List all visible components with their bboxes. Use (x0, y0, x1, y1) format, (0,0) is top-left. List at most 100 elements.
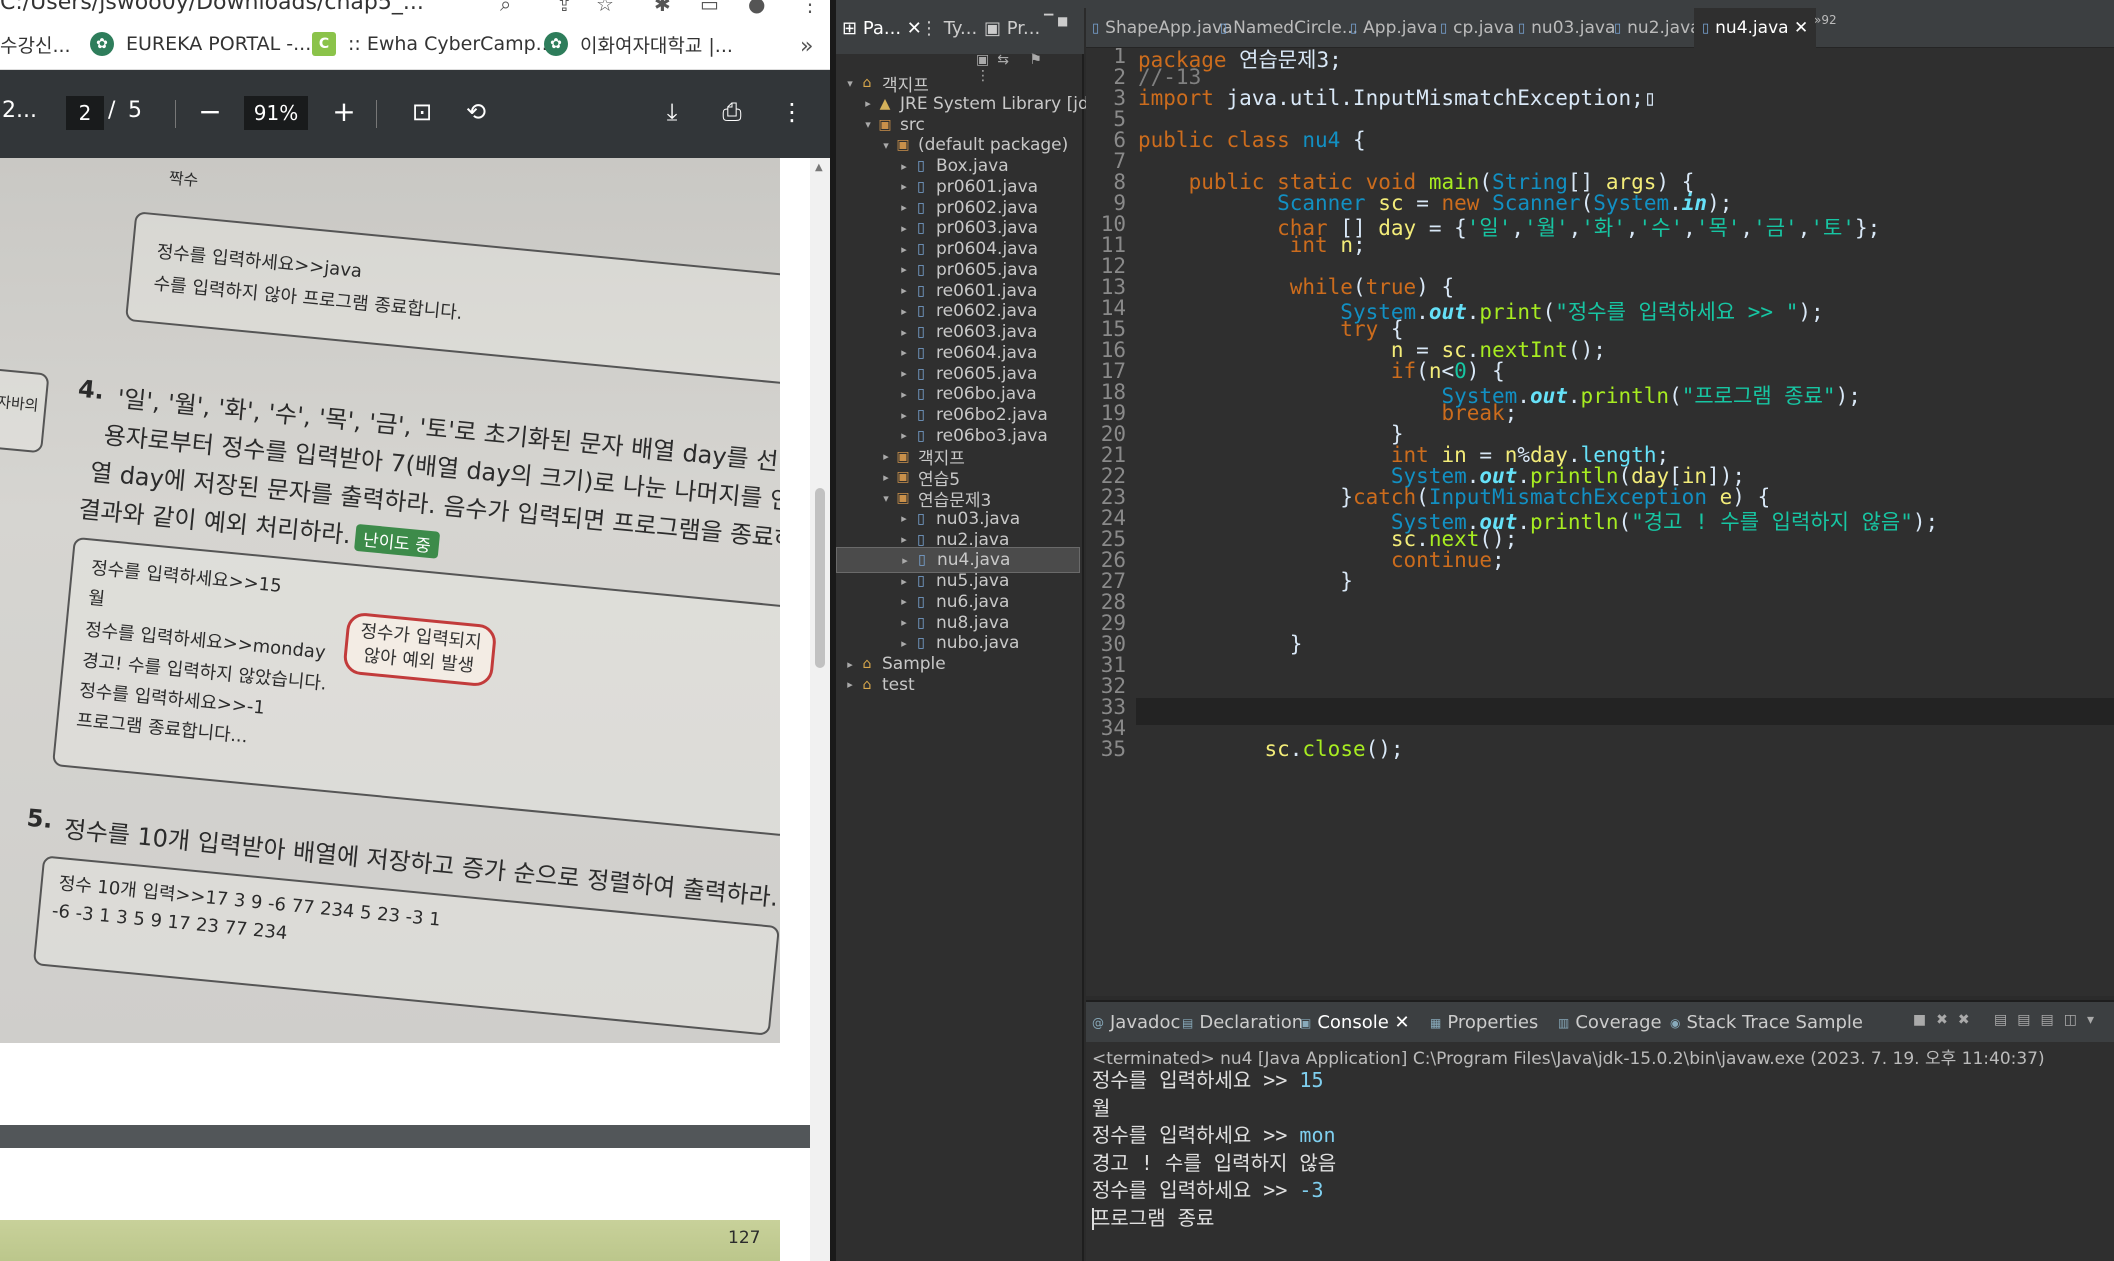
chevron-down-icon[interactable]: ▾ (878, 492, 894, 505)
chevron-right-icon[interactable]: ▸ (896, 222, 912, 235)
bookmark-item[interactable]: ✿ EUREKA PORTAL -... (90, 30, 311, 58)
zoom-level-input[interactable]: 91% (244, 96, 308, 130)
console-panel: @ Javadoc ▤ Declaration ▣ Console ✕ ▦ Proper… (1086, 1000, 2114, 1261)
pdf-toolbar: 2... 2 / 5 − 91% + ⊡ ⟲ ⤓ ⎙ ⋮ (0, 70, 830, 158)
close-icon[interactable]: ✕ (1794, 18, 1808, 38)
java-file-icon: ▯ (918, 552, 926, 569)
tab-package-explorer[interactable]: ⊞ Pa... ✕ (842, 18, 922, 39)
editor-tab-active[interactable]: ▯ nu4.java ✕ (1694, 8, 1817, 48)
project-icon: ⌂ (862, 75, 872, 91)
chevron-right-icon[interactable]: ▸ (896, 346, 912, 359)
search-icon[interactable]: ⌕ (500, 0, 511, 16)
chevron-right-icon[interactable]: ▸ (896, 616, 912, 629)
more-menu-icon[interactable]: ⋮ (772, 92, 812, 132)
close-icon[interactable]: ✕ (1395, 1012, 1410, 1033)
tree-item[interactable]: ▸ ⌂ test (836, 672, 1080, 698)
scroll-up-icon[interactable]: ▲ (815, 162, 825, 173)
editor-tab[interactable]: ▯ nu2.java (1614, 8, 1701, 48)
page-number-input[interactable]: 2 (66, 96, 104, 130)
chevron-right-icon[interactable]: ▸ (860, 97, 876, 110)
chevron-right-icon[interactable]: ▸ (896, 263, 912, 276)
menu-dots-icon[interactable]: ⋮ (800, 0, 820, 16)
editor-tab[interactable]: ▯ ShapeApp.java (1092, 8, 1233, 48)
chevron-right-icon[interactable]: ▸ (878, 471, 894, 484)
tab-label: Properties (1447, 1012, 1539, 1033)
address-bar[interactable]: C:/Users/jswoo0y/Downloads/chap5_... ⌕ ⇪… (0, 0, 830, 16)
tab-javadoc[interactable]: @ Javadoc (1092, 1012, 1180, 1033)
chevron-right-icon[interactable]: » (800, 34, 813, 59)
console-toolbar[interactable]: ■✖✖ ▤▤▤◫▾ (1913, 1012, 2104, 1028)
chevron-right-icon[interactable]: ▸ (896, 367, 912, 380)
bookmark-item[interactable]: 수강신... (0, 30, 71, 58)
download-icon[interactable]: ⤓ (652, 92, 692, 132)
chevron-right-icon[interactable]: ▸ (878, 450, 894, 463)
tab-console[interactable]: ▣ Console ✕ (1300, 1012, 1410, 1033)
chevron-right-icon[interactable]: ▸ (896, 409, 912, 422)
chevron-down-icon[interactable]: ▾ (860, 118, 876, 131)
tab-properties[interactable]: ▦ Properties (1430, 1012, 1538, 1033)
tab-project-explorer[interactable]: ▣ Pr... (984, 18, 1040, 39)
fit-page-icon[interactable]: ⊡ (402, 92, 442, 132)
profile-avatar-icon[interactable]: ● (748, 0, 765, 16)
scrollbar[interactable]: ▲ (810, 158, 830, 1261)
tab-stack-trace[interactable]: ◉ Stack Trace Sample (1670, 1012, 1863, 1033)
chevron-right-icon[interactable]: ▸ (896, 284, 912, 297)
star-icon[interactable]: ☆ (596, 0, 614, 16)
console-output-text: 정수를 입력하세요 >> (1092, 1068, 1300, 1092)
chevron-right-icon[interactable]: ▸ (896, 533, 912, 546)
chevron-right-icon[interactable]: ▸ (896, 243, 912, 256)
chevron-right-icon[interactable]: ▸ (897, 554, 913, 567)
chevron-right-icon[interactable]: ▸ (896, 326, 912, 339)
chevron-right-icon[interactable]: ▸ (896, 637, 912, 650)
chevron-right-icon[interactable]: ▸ (896, 575, 912, 588)
chevron-right-icon[interactable]: ▸ (896, 388, 912, 401)
window-icon[interactable]: ▭ (700, 0, 719, 16)
bubble-text: 정수가 입력되지 않아 예외 발생 (359, 620, 483, 677)
chevron-right-icon[interactable]: ▸ (896, 305, 912, 318)
tab-coverage[interactable]: ▥ Coverage (1558, 1012, 1662, 1033)
chevron-right-icon[interactable]: ▸ (896, 429, 912, 442)
java-file-icon: ▯ (917, 220, 925, 237)
at-icon: @ (1092, 1015, 1104, 1030)
tab-label: Ty... (943, 18, 978, 39)
editor-tab[interactable]: ▯ nu03.java (1518, 8, 1615, 48)
chevron-right-icon[interactable]: ▸ (842, 658, 858, 671)
chevron-down-icon[interactable]: ▾ (878, 139, 894, 152)
editor-tab[interactable]: ▯ cp.java (1440, 8, 1514, 48)
chevron-right-icon[interactable]: ▸ (896, 180, 912, 193)
editor-tab[interactable]: ▯ NamedCircle... (1220, 8, 1358, 48)
tab-overflow[interactable]: »92 (1814, 0, 1837, 40)
extensions-icon[interactable]: ✱ (654, 0, 671, 16)
share-icon[interactable]: ⇪ (556, 0, 573, 16)
chevron-right-icon[interactable]: ▸ (842, 678, 858, 691)
pdf-viewport[interactable]: 짝수 정수를 입력하세요>>java 수를 입력하지 않아 프로그램 종료합니다… (0, 158, 830, 1261)
tab-label: Javadoc (1110, 1012, 1181, 1033)
console-input-text: mon (1299, 1123, 1336, 1147)
chevron-right-icon[interactable]: ▸ (896, 595, 912, 608)
address-url[interactable]: C:/Users/jswoo0y/Downloads/chap5_... (0, 0, 424, 15)
console-input-text: 15 (1299, 1068, 1324, 1092)
eclipse-toolbar[interactable] (836, 0, 2114, 8)
console-line: 월 (1092, 1092, 1110, 1121)
bookmark-item[interactable]: C :: Ewha CyberCamp... (312, 30, 554, 58)
scrollbar-thumb[interactable] (815, 488, 825, 668)
rotate-icon[interactable]: ⟲ (456, 92, 496, 132)
zoom-out-button[interactable]: − (190, 92, 230, 132)
tab-type-hierarchy[interactable]: ⋮ Ty... (920, 18, 977, 39)
zoom-in-button[interactable]: + (324, 92, 364, 132)
stack-trace-icon: ◉ (1670, 1015, 1681, 1030)
package-icon: ⊞ (842, 18, 863, 39)
chevron-right-icon[interactable]: ▸ (896, 512, 912, 525)
chevron-right-icon[interactable]: ▸ (896, 201, 912, 214)
tab-declaration[interactable]: ▤ Declaration (1182, 1012, 1303, 1033)
chevron-down-icon[interactable]: ▾ (842, 77, 858, 90)
print-icon[interactable]: ⎙ (712, 92, 752, 132)
chevron-right-icon[interactable]: ▸ (896, 160, 912, 173)
minimize-icon[interactable]: ▔ ■ (1044, 14, 1068, 28)
editor-tab[interactable]: ▯ App.java (1350, 8, 1437, 48)
desktop: C:/Users/jswoo0y/Downloads/chap5_... ⌕ ⇪… (0, 0, 2114, 1261)
code-area[interactable]: 1 2 3 5 6 7 8 9 10 11 12 13 14 15 16 17 18 19 20 21 22 23 24 25… (1086, 48, 2114, 996)
toolbar-divider (376, 100, 377, 128)
java-file-icon: ▯ (1092, 20, 1100, 36)
bookmark-item[interactable]: ✿ 이화여자대학교 |... (544, 30, 733, 58)
